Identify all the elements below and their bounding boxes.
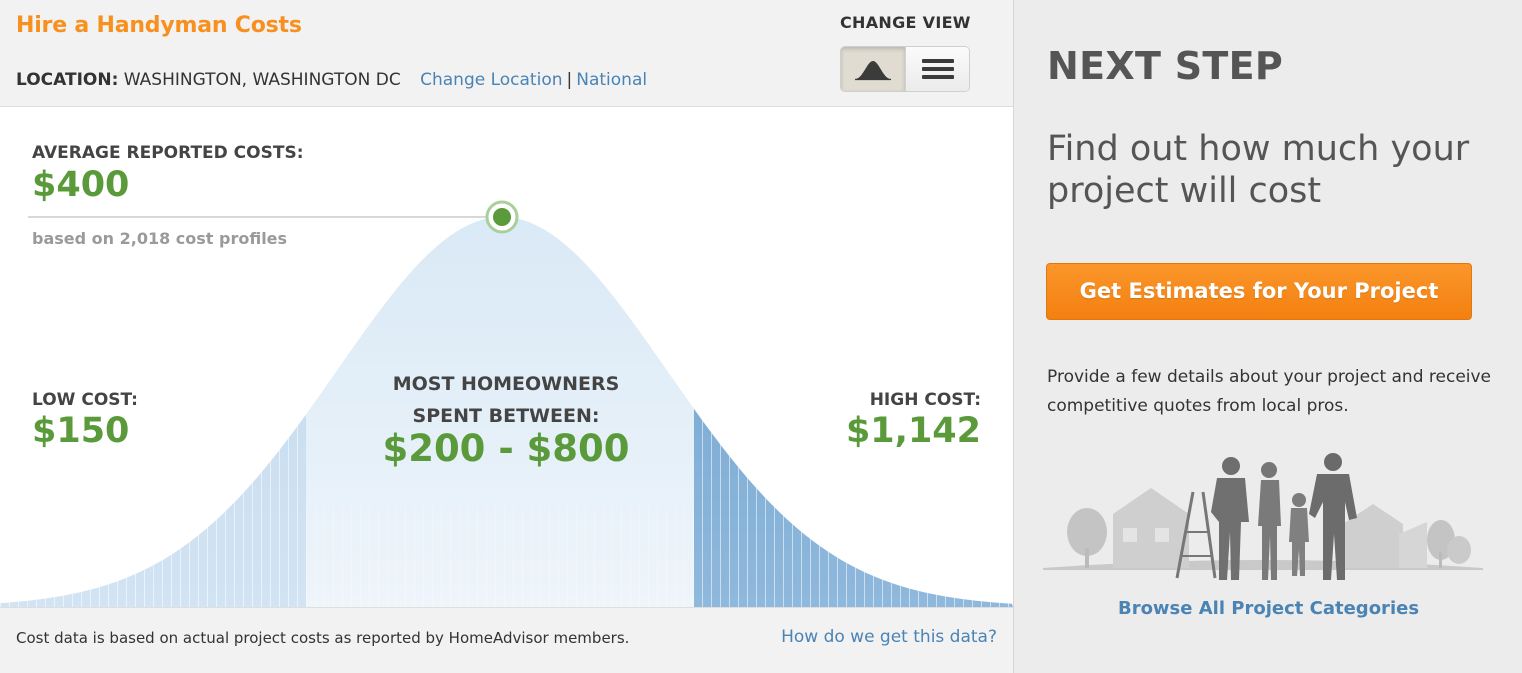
bell-curve-graphic	[0, 200, 1013, 607]
location-value: WASHINGTON, WASHINGTON DC	[123, 70, 401, 90]
high-cost-label: HIGH COST:	[869, 390, 981, 410]
list-view-button[interactable]	[905, 47, 969, 91]
chart-view-button[interactable]	[841, 47, 905, 91]
low-cost-value: $150	[32, 411, 130, 451]
sidebar-description: Provide a few details about your project…	[1047, 367, 1492, 416]
family-house-illustration	[1043, 453, 1483, 580]
data-source-note: Cost data is based on actual project cos…	[16, 629, 630, 647]
next-step-heading: NEXT STEP	[1047, 44, 1284, 88]
get-estimates-button[interactable]: Get Estimates for Your Project	[1046, 263, 1472, 320]
most-homeowners-line1: MOST HOMEOWNERS	[392, 373, 620, 395]
change-view-label: CHANGE VIEW	[840, 13, 971, 32]
location-label: LOCATION:	[16, 70, 119, 90]
location-row: LOCATION: WASHINGTON, WASHINGTON DC Chan…	[16, 70, 647, 90]
next-step-sidebar: NEXT STEP Find out how much your project…	[1015, 0, 1522, 673]
change-location-link[interactable]: Change Location	[420, 70, 562, 90]
average-cost-value: $400	[32, 165, 130, 205]
typical-range-value: $200 - $800	[382, 427, 630, 470]
average-cost-label: AVERAGE REPORTED COSTS:	[32, 143, 304, 163]
low-cost-label: LOW COST:	[32, 390, 138, 410]
page-title: Hire a Handyman Costs	[16, 13, 302, 38]
high-cost-value: $1,142	[845, 411, 981, 451]
cost-profiles-count: based on 2,018 cost profiles	[32, 229, 288, 248]
link-separator: |	[566, 70, 573, 90]
list-icon	[921, 59, 954, 79]
how-we-get-data-link[interactable]: How do we get this data?	[781, 627, 997, 647]
bell-curve-icon	[855, 61, 891, 81]
browse-categories-link[interactable]: Browse All Project Categories	[1015, 598, 1522, 619]
sidebar-headline: Find out how much your project will cost	[1047, 129, 1470, 211]
national-link[interactable]: National	[576, 70, 647, 90]
view-toggle	[840, 46, 970, 92]
cost-distribution-chart: AVERAGE REPORTED COSTS: $400 based on 2,…	[0, 106, 1013, 608]
cost-panel: Hire a Handyman Costs LOCATION: WASHINGT…	[0, 0, 1014, 673]
most-homeowners-label: MOST HOMEOWNERS SPENT BETWEEN:	[310, 368, 702, 432]
